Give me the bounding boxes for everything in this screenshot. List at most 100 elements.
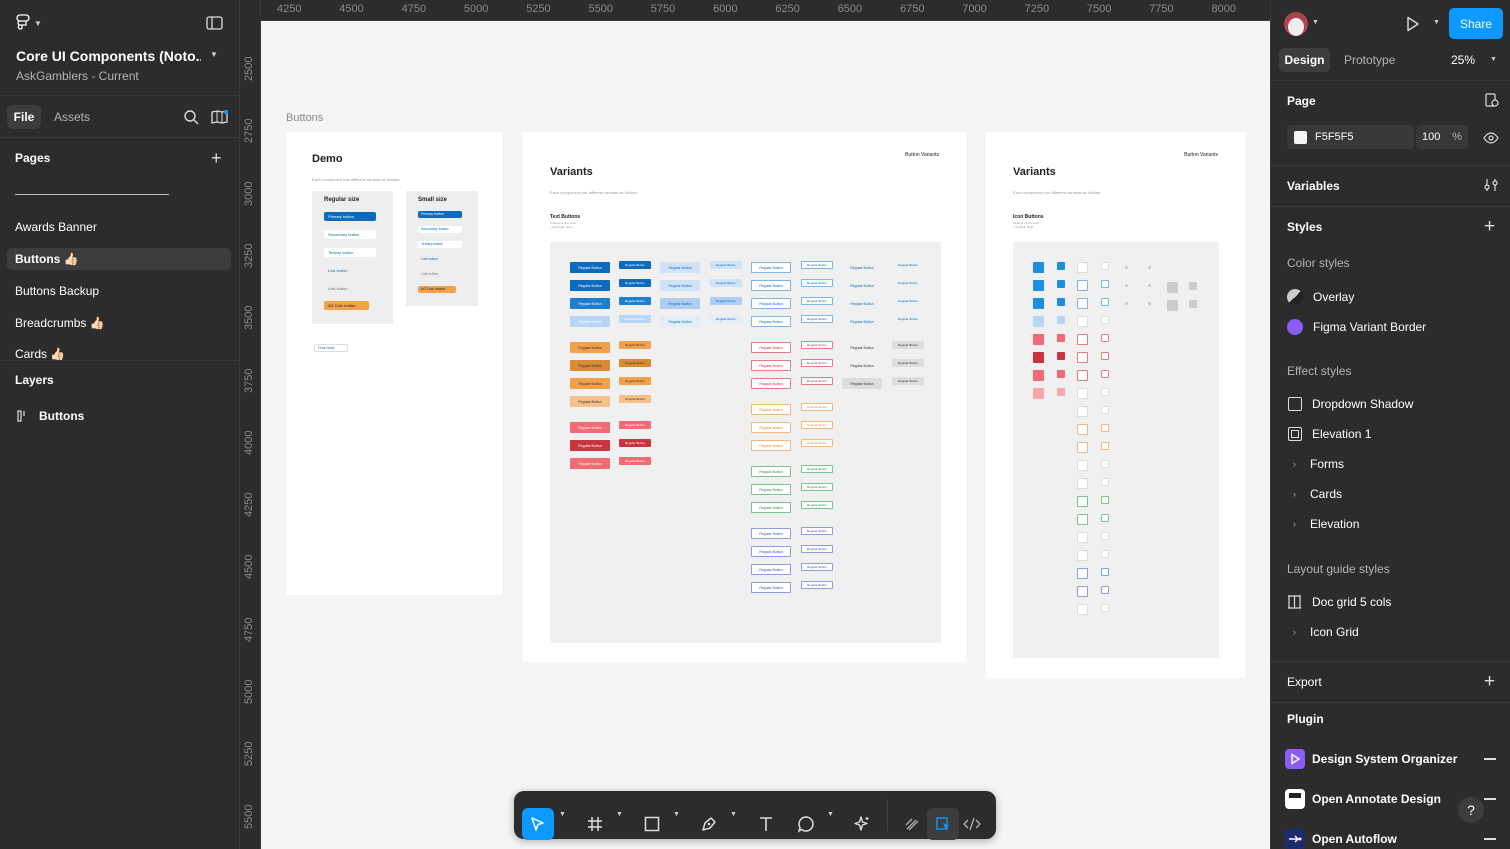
style-group-forms[interactable]: › Forms xyxy=(1287,457,1344,471)
add-style-icon[interactable]: + xyxy=(1484,216,1495,238)
text-tool-button[interactable] xyxy=(750,808,782,840)
add-export-icon[interactable]: + xyxy=(1484,671,1495,693)
small-size-panel: Small size Primary button Secondary butt… xyxy=(406,191,478,306)
variants-subnote: Change at the level • Icon/right: none xyxy=(550,221,576,229)
project-name[interactable]: AskGamblers - Current xyxy=(16,69,139,83)
zoom-level[interactable]: 25% xyxy=(1451,53,1475,67)
tab-assets[interactable]: Assets xyxy=(54,110,90,124)
page-settings-icon[interactable] xyxy=(1485,93,1499,112)
present-button[interactable] xyxy=(1406,16,1420,37)
chevron-down-icon[interactable]: ▼ xyxy=(1433,19,1440,26)
variant-button-thumb: Regular Button xyxy=(751,466,791,477)
share-button[interactable]: Share xyxy=(1449,8,1503,39)
variant-button-thumb: Regular Button xyxy=(751,546,791,557)
remove-plugin-icon[interactable] xyxy=(1484,758,1496,760)
chevron-down-icon[interactable]: ▼ xyxy=(616,811,623,818)
page-item-buttons[interactable]: Buttons 👍🏻 xyxy=(7,248,231,270)
chevron-down-icon[interactable]: ▼ xyxy=(1490,56,1497,63)
style-group-elevation[interactable]: › Elevation xyxy=(1287,517,1359,531)
actions-tool-button[interactable] xyxy=(846,808,878,840)
variant-icon-thumb xyxy=(1101,280,1109,288)
variant-icon-thumb xyxy=(1077,370,1088,381)
variants-text-frame[interactable]: Variants Button Variants Each component … xyxy=(523,132,966,662)
remove-plugin-icon[interactable] xyxy=(1484,838,1496,840)
variant-icon-thumb xyxy=(1077,316,1088,327)
variant-button-thumb: Regular Button xyxy=(619,341,651,349)
library-icon[interactable] xyxy=(211,109,229,129)
variant-icon-thumb xyxy=(1101,604,1109,612)
dev-mode-button[interactable] xyxy=(956,808,988,840)
variant-icon-thumb xyxy=(1101,424,1109,432)
right-sidebar: ▼ ▼ Share Design Prototype 25% ▼ Page F5… xyxy=(1270,0,1510,849)
demo-chat-button: Chat Now! xyxy=(314,344,348,352)
plugin-item-design-system-organizer[interactable]: Design System Organizer xyxy=(1285,749,1457,769)
demo-frame[interactable]: Demo Each component has different varian… xyxy=(286,132,502,595)
variant-icon-thumb xyxy=(1125,266,1128,269)
variants-icon-subheading: Icon Buttons xyxy=(1013,214,1044,220)
draw-mode-button[interactable] xyxy=(896,808,928,840)
layer-item-buttons[interactable]: Buttons xyxy=(17,409,84,423)
move-tool-button[interactable] xyxy=(522,808,554,840)
variant-button-thumb: Regular Button xyxy=(751,298,791,309)
style-item-variant-border[interactable]: Figma Variant Border xyxy=(1287,319,1426,335)
comment-tool-button[interactable] xyxy=(790,808,822,840)
chevron-down-icon[interactable]: ▼ xyxy=(730,811,737,818)
divider xyxy=(1271,702,1510,703)
small-size-label: Small size xyxy=(418,197,448,203)
variant-button-thumb: Regular Button xyxy=(801,377,833,385)
page-item-cards[interactable]: Cards 👍🏻 xyxy=(7,344,231,360)
page-color-input[interactable]: F5F5F5 xyxy=(1287,125,1414,149)
page-item-awards-banner[interactable]: Awards Banner xyxy=(7,216,231,238)
plugin-annotate-icon xyxy=(1285,789,1305,809)
style-group-cards[interactable]: › Cards xyxy=(1287,487,1342,501)
avatar[interactable] xyxy=(1284,12,1308,36)
sidebar-toggle-icon[interactable] xyxy=(206,16,223,35)
style-item-elevation-1[interactable]: Elevation 1 xyxy=(1287,427,1371,441)
variables-heading[interactable]: Variables xyxy=(1287,179,1340,193)
frame-tool-button[interactable] xyxy=(579,808,611,840)
plugin-label: Open Autoflow xyxy=(1312,832,1397,846)
chevron-right-icon: › xyxy=(1293,459,1296,469)
search-icon[interactable] xyxy=(184,110,199,130)
plugin-item-autoflow[interactable]: Open Autoflow xyxy=(1285,829,1397,849)
variant-icon-thumb xyxy=(1077,388,1088,399)
remove-plugin-icon[interactable] xyxy=(1484,798,1496,800)
main-menu-button[interactable]: ▼ xyxy=(16,14,42,32)
file-title[interactable]: Core UI Components (Noto... xyxy=(16,48,201,64)
section-label[interactable]: Buttons xyxy=(286,112,323,124)
pen-tool-button[interactable] xyxy=(693,808,725,840)
design-mode-button[interactable] xyxy=(927,808,959,840)
shape-tool-button[interactable] xyxy=(636,808,668,840)
variant-button-thumb: Regular Button xyxy=(570,342,610,353)
chevron-down-icon[interactable]: ▼ xyxy=(559,811,566,818)
file-menu-chevron-icon[interactable]: ▼ xyxy=(210,50,218,59)
color-swatch xyxy=(1294,130,1307,144)
chevron-down-icon[interactable]: ▼ xyxy=(827,811,834,818)
chevron-down-icon[interactable]: ▼ xyxy=(673,811,680,818)
sparkle-icon xyxy=(854,816,869,831)
add-page-icon[interactable]: + xyxy=(211,149,222,167)
plugin-item-annotate-design[interactable]: Open Annotate Design xyxy=(1285,789,1441,809)
style-item-dropdown-shadow[interactable]: Dropdown Shadow xyxy=(1287,397,1413,411)
style-group-icon-grid[interactable]: › Icon Grid xyxy=(1287,625,1359,639)
page-item-buttons-backup[interactable]: Buttons Backup xyxy=(7,280,231,302)
export-heading[interactable]: Export xyxy=(1287,675,1322,689)
page-opacity-input[interactable]: 100 % xyxy=(1416,125,1468,149)
visibility-eye-icon[interactable] xyxy=(1483,131,1499,149)
style-item-doc-grid[interactable]: Doc grid 5 cols xyxy=(1287,595,1391,609)
ruler-tick-label: 5000 xyxy=(243,679,255,704)
variant-button-thumb: Regular Button xyxy=(660,280,700,291)
demo-small-primary: Primary button xyxy=(418,211,462,218)
style-item-overlay[interactable]: Overlay xyxy=(1287,289,1354,305)
variant-button-thumb: Regular Button xyxy=(801,465,833,473)
tab-design[interactable]: Design xyxy=(1279,48,1330,72)
canvas[interactable]: Buttons Demo Each component has differen… xyxy=(261,21,1270,849)
chevron-down-icon[interactable]: ▼ xyxy=(1312,19,1319,26)
tab-prototype[interactable]: Prototype xyxy=(1344,53,1395,67)
variables-settings-icon[interactable] xyxy=(1484,178,1498,197)
page-item-breadcrumbs[interactable]: Breadcrumbs 👍🏻 xyxy=(7,312,231,334)
help-button[interactable]: ? xyxy=(1458,797,1484,823)
variants-icon-frame[interactable]: Variants Button Variants Each component … xyxy=(986,132,1245,678)
variant-icon-thumb xyxy=(1033,262,1044,273)
tab-file[interactable]: File xyxy=(7,105,41,129)
